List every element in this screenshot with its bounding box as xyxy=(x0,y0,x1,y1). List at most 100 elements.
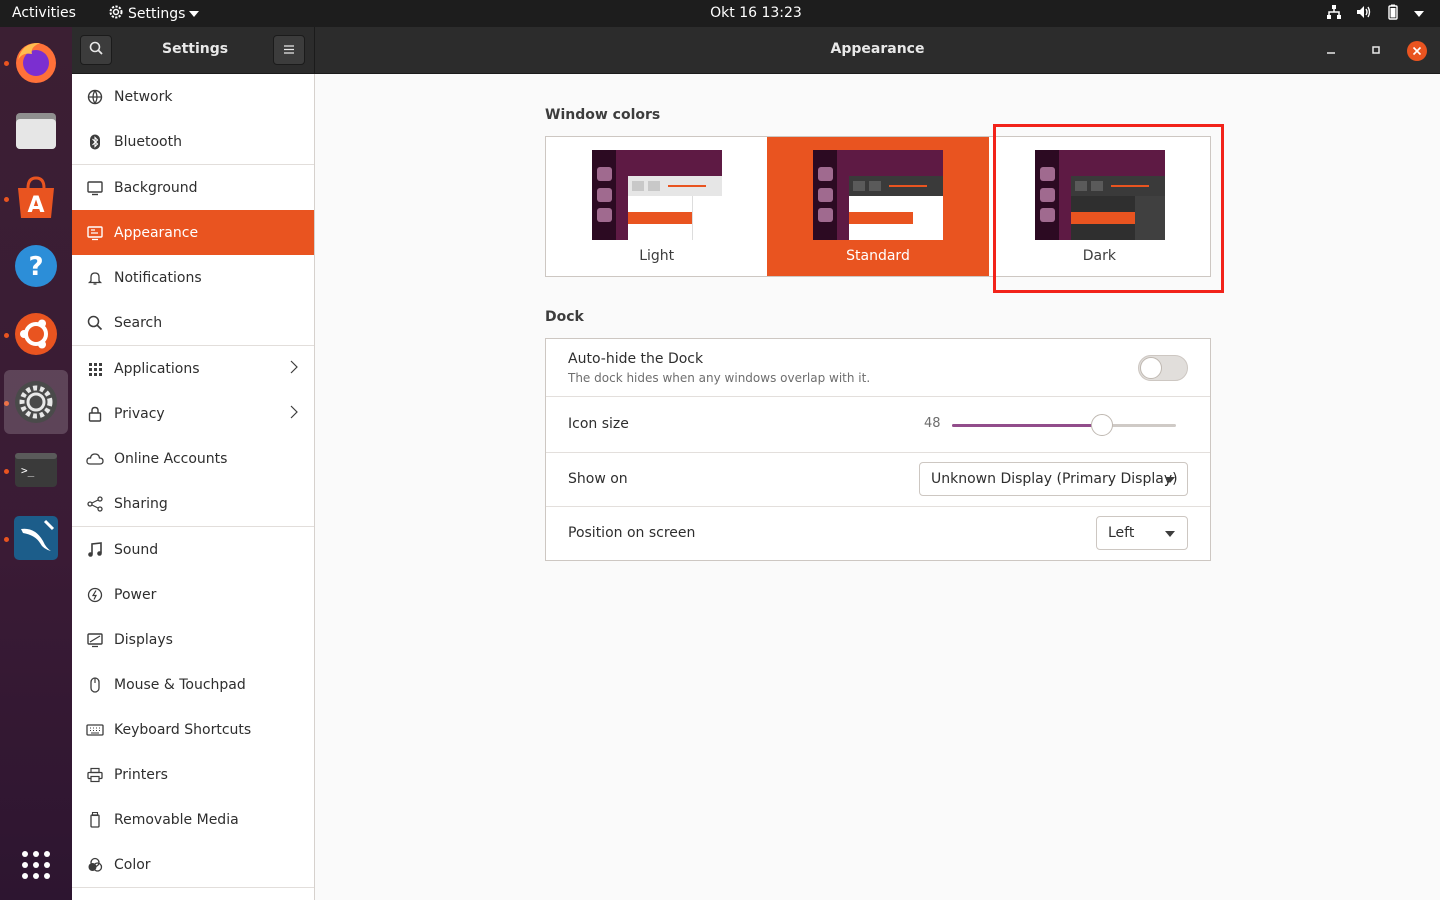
minimize-icon xyxy=(1327,52,1335,54)
privacy-icon xyxy=(86,405,104,423)
mouse-icon xyxy=(86,676,104,694)
sidebar-item-power[interactable]: Power xyxy=(72,572,314,617)
light-theme-preview xyxy=(592,150,722,240)
sidebar-item-printers[interactable]: Printers xyxy=(72,752,314,797)
sidebar-item-background[interactable]: Background xyxy=(72,165,314,210)
removable-media-icon xyxy=(86,811,104,829)
close-icon xyxy=(1412,46,1422,56)
sidebar-item-label: Power xyxy=(114,586,157,603)
hamburger-icon xyxy=(284,42,294,58)
separator xyxy=(72,887,314,888)
sidebar-item-label: Privacy xyxy=(114,405,165,422)
sidebar-item-label: Background xyxy=(114,179,198,196)
highlight-box xyxy=(993,124,1224,293)
displays-icon xyxy=(86,631,104,649)
chevron-down-icon xyxy=(1165,531,1175,537)
sidebar-item-color[interactable]: Color xyxy=(72,842,314,887)
search-icon xyxy=(89,41,103,59)
sidebar-item-keyboard-shortcuts[interactable]: Keyboard Shortcuts xyxy=(72,707,314,752)
sidebar-item-label: Network xyxy=(114,88,173,105)
autohide-title: Auto-hide the Dock xyxy=(568,351,704,367)
software-icon[interactable]: A xyxy=(4,166,68,230)
autohide-subtitle: The dock hides when any windows overlap … xyxy=(568,371,871,385)
theme-option-standard[interactable]: Standard xyxy=(767,137,989,276)
background-icon xyxy=(86,179,104,197)
terminal-icon[interactable]: >_ xyxy=(4,438,68,502)
color-icon xyxy=(86,856,104,874)
appearance-panel: Window colors Light Standard Dark Dock A… xyxy=(315,74,1440,900)
sidebar-item-label: Notifications xyxy=(114,269,202,286)
position-dropdown[interactable]: Left xyxy=(1096,516,1188,550)
position-value: Left xyxy=(1108,525,1135,541)
close-button[interactable] xyxy=(1407,41,1427,61)
sidebar-item-mouse-touchpad[interactable]: Mouse & Touchpad xyxy=(72,662,314,707)
page-title: Appearance xyxy=(830,41,925,57)
search-button[interactable] xyxy=(80,35,112,65)
svg-text:A: A xyxy=(27,193,44,218)
icon-size-title: Icon size xyxy=(568,416,629,432)
sidebar-item-removable-media[interactable]: Removable Media xyxy=(72,797,314,842)
icon-size-value: 48 xyxy=(924,416,941,431)
show-on-title: Show on xyxy=(568,471,628,487)
icon-size-row: Icon size 48 xyxy=(546,397,1210,453)
headerbar: Appearance xyxy=(315,27,1440,74)
sidebar-item-label: Online Accounts xyxy=(114,450,228,467)
system-menu-icon xyxy=(1414,6,1424,22)
volume-icon xyxy=(1356,4,1372,24)
maximize-button[interactable] xyxy=(1370,44,1382,60)
sidebar-item-appearance[interactable]: Appearance xyxy=(72,210,314,255)
sidebar-item-network[interactable]: Network xyxy=(72,74,314,119)
system-tray[interactable] xyxy=(1326,4,1424,24)
search-icon xyxy=(86,314,104,332)
top-bar: Activities Settings Okt 16 13:23 xyxy=(0,0,1440,27)
sidebar-item-label: Mouse & Touchpad xyxy=(114,676,246,693)
keyboard-icon xyxy=(86,721,104,739)
standard-theme-preview xyxy=(813,150,944,240)
appearance-icon xyxy=(86,224,104,242)
sidebar: Network Bluetooth Background Appearance … xyxy=(72,74,315,900)
clock[interactable]: Okt 16 13:23 xyxy=(0,5,1440,21)
files-icon[interactable] xyxy=(4,98,68,162)
theme-option-label: Standard xyxy=(846,248,910,264)
show-on-row: Show on Unknown Display (Primary Display… xyxy=(546,453,1210,507)
menu-button[interactable] xyxy=(273,35,305,65)
firefox-icon[interactable] xyxy=(4,30,68,94)
sidebar-item-bluetooth[interactable]: Bluetooth xyxy=(72,119,314,164)
chevron-right-icon xyxy=(290,405,298,423)
ubuntu-icon[interactable] xyxy=(4,302,68,366)
sidebar-item-label: Removable Media xyxy=(114,811,239,828)
mysql-workbench-icon[interactable] xyxy=(4,506,68,570)
theme-option-light[interactable]: Light xyxy=(546,137,767,276)
show-on-dropdown[interactable]: Unknown Display (Primary Display) xyxy=(919,462,1188,496)
help-icon[interactable]: ? xyxy=(4,234,68,298)
settings-icon[interactable] xyxy=(4,370,68,434)
sidebar-item-privacy[interactable]: Privacy xyxy=(72,391,314,436)
sidebar-item-online-accounts[interactable]: Online Accounts xyxy=(72,436,314,481)
network-icon xyxy=(1326,4,1342,24)
icon-size-slider[interactable] xyxy=(952,414,1176,436)
show-on-value: Unknown Display (Primary Display) xyxy=(931,471,1178,487)
sidebar-item-search[interactable]: Search xyxy=(72,300,314,345)
sidebar-item-label: Printers xyxy=(114,766,168,783)
sidebar-item-sound[interactable]: Sound xyxy=(72,527,314,572)
sidebar-item-label: Sound xyxy=(114,541,159,558)
sidebar-item-notifications[interactable]: Notifications xyxy=(72,255,314,300)
sidebar-item-label: Sharing xyxy=(114,495,168,512)
position-title: Position on screen xyxy=(568,525,696,541)
sidebar-item-applications[interactable]: Applications xyxy=(72,346,314,391)
autohide-toggle[interactable] xyxy=(1138,355,1188,381)
sidebar-header: Settings xyxy=(72,27,315,74)
slider-handle[interactable] xyxy=(1091,414,1114,436)
theme-option-label: Light xyxy=(639,248,675,264)
sidebar-item-sharing[interactable]: Sharing xyxy=(72,481,314,526)
network-icon xyxy=(86,88,104,106)
sidebar-title: Settings xyxy=(162,41,229,57)
minimize-button[interactable] xyxy=(1325,44,1337,60)
sidebar-item-displays[interactable]: Displays xyxy=(72,617,314,662)
show-applications-icon[interactable] xyxy=(4,833,68,897)
applications-icon xyxy=(86,360,104,378)
svg-text:>_: >_ xyxy=(21,464,35,477)
sidebar-item-label: Applications xyxy=(114,360,200,377)
slider-fill xyxy=(952,424,1103,427)
chevron-right-icon xyxy=(290,360,298,378)
